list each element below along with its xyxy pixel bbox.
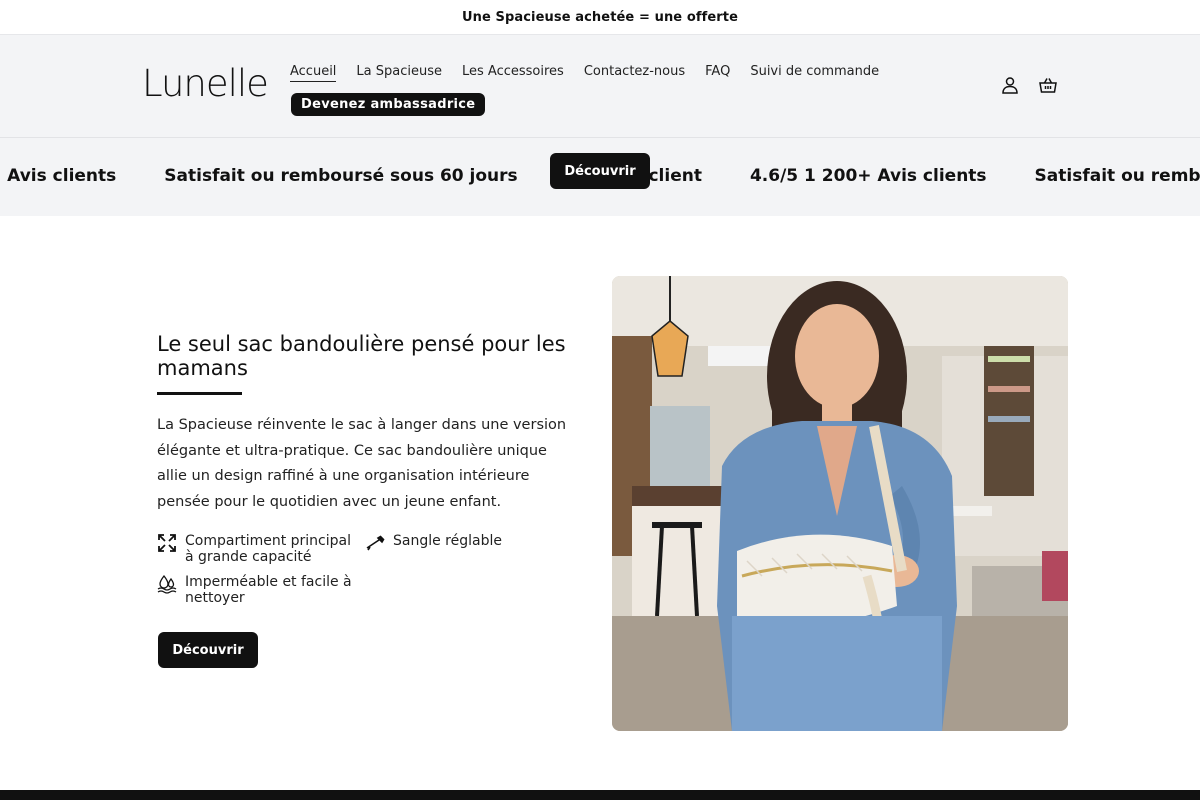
feature-capacity: Compartiment principal à grande capacité [157,533,355,565]
hero-description: La Spacieuse réinvente le sac à langer d… [157,417,567,510]
account-icon[interactable] [1000,75,1020,95]
feature-strap: Sangle réglable [365,533,563,553]
nav-item-accueil[interactable]: Accueil [290,64,337,82]
cart-icon[interactable] [1038,75,1058,95]
hero-title: Le seul sac bandoulière pensé pour les m… [157,332,566,381]
marquee-discover-button[interactable]: Découvrir [550,153,650,189]
marquee-item: + Avis clients [0,166,117,186]
marquee-item: 4.6/5 1 200+ Avis clients [749,166,987,186]
benefits-marquee: + Avis clients Satisfait ou remboursé so… [0,138,1200,216]
main-nav: Accueil La Spacieuse Les Accessoires Con… [290,64,899,82]
announcement-bar: Une Spacieuse achetée = une offerte [0,0,1200,34]
nav-item-suivi-commande[interactable]: Suivi de commande [750,64,879,82]
nav-item-la-spacieuse[interactable]: La Spacieuse [356,64,442,82]
feature-text: Sangle réglable [393,533,502,549]
logo[interactable]: Lunelle [142,65,269,102]
title-underline [157,392,242,395]
feature-waterproof: Imperméable et facile à nettoyer [157,574,355,606]
expand-icon [157,533,177,553]
footer-edge [0,790,1200,800]
marquee-item: Satisfait ou remboursé sous 60 jours [1034,166,1200,186]
header-icons [1000,75,1058,95]
nav-item-accessoires[interactable]: Les Accessoires [462,64,564,82]
strap-icon [365,533,385,553]
feature-text: Imperméable et facile à nettoyer [185,574,352,606]
water-icon [157,574,177,594]
nav-item-contact[interactable]: Contactez-nous [584,64,685,82]
discover-button[interactable]: Découvrir [158,632,258,668]
announcement-text: Une Spacieuse achetée = une offerte [461,9,739,25]
feature-text: Compartiment principal à grande capacité [185,533,351,565]
product-photo [612,276,1068,731]
nav-item-faq[interactable]: FAQ [705,64,730,82]
ambassador-button[interactable]: Devenez ambassadrice [291,93,486,116]
site-header: Lunelle Accueil La Spacieuse Les Accesso… [0,34,1200,138]
hero-section: Le seul sac bandoulière pensé pour les m… [0,216,1200,790]
marquee-item: Satisfait ou remboursé sous 60 jours [164,166,518,186]
